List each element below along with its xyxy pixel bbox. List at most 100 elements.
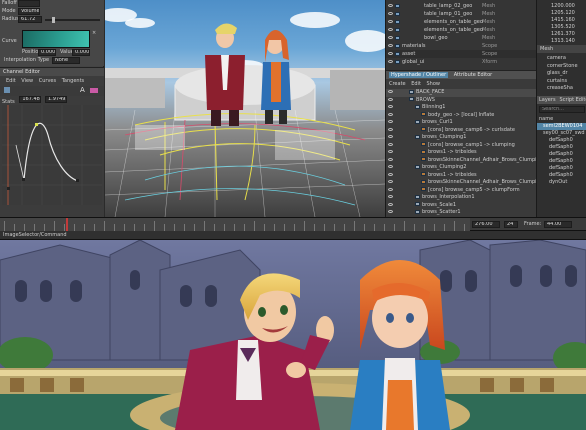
text-tool-icon[interactable]: A bbox=[80, 86, 85, 94]
tree-item[interactable]: seml2BEW0104 bbox=[537, 122, 586, 130]
3d-viewport[interactable] bbox=[105, 0, 385, 217]
radius-slider-handle[interactable] bbox=[52, 17, 55, 23]
search-input[interactable]: Search... bbox=[539, 105, 585, 113]
scene-graph-row[interactable]: elements_on_table_geoMesh bbox=[386, 26, 536, 34]
interp-dropdown[interactable]: None bbox=[52, 57, 80, 64]
visibility-eye-icon[interactable] bbox=[388, 135, 393, 138]
outliner-row[interactable]: BROWS bbox=[386, 97, 536, 105]
tab-layers[interactable]: Layers bbox=[539, 97, 556, 103]
visibility-eye-icon[interactable] bbox=[388, 105, 393, 108]
graph-editor-curve[interactable] bbox=[2, 105, 102, 205]
visibility-eye-icon[interactable] bbox=[388, 165, 393, 168]
menu-tangents[interactable]: Tangents bbox=[62, 78, 84, 84]
stats-field-1[interactable]: 167.483 bbox=[19, 96, 42, 103]
visibility-eye-icon[interactable] bbox=[388, 172, 393, 176]
visibility-eye-icon[interactable] bbox=[388, 20, 393, 23]
tree-item[interactable]: defSaph0 bbox=[537, 172, 586, 179]
visibility-eye-icon[interactable] bbox=[388, 202, 393, 206]
outliner-row[interactable]: Blinning1 bbox=[386, 104, 536, 112]
tree-item[interactable]: sey00_sc07_swd bbox=[537, 130, 586, 137]
scene-graph-row[interactable]: elements_on_table_geoMesh bbox=[386, 18, 536, 26]
outliner-row[interactable]: [cons] browse_camp5 -> clumpForm bbox=[386, 187, 536, 195]
tree-item[interactable]: defSaph0 bbox=[537, 144, 586, 151]
visibility-eye-icon[interactable] bbox=[388, 97, 393, 101]
visibility-eye-icon[interactable] bbox=[388, 195, 393, 198]
command-line[interactable]: ImageSelector/Command bbox=[0, 231, 586, 240]
visibility-eye-icon[interactable] bbox=[388, 90, 393, 93]
outliner-row[interactable]: brows_Scale1 bbox=[386, 202, 536, 210]
outliner-row[interactable]: body_geo -> [local] Inflate bbox=[386, 112, 536, 120]
scene-graph-row[interactable]: table_lamp_01_geo Mesh bbox=[386, 10, 536, 18]
menu-view[interactable]: View bbox=[21, 78, 33, 84]
visibility-eye-icon[interactable] bbox=[388, 180, 393, 183]
tree-item[interactable]: defSaph0 bbox=[537, 165, 586, 172]
menu-show[interactable]: Show bbox=[427, 81, 441, 87]
visibility-eye-icon[interactable] bbox=[388, 150, 393, 153]
outliner-row[interactable]: browsSkinneChannel_Adhair_Brows_Clumping… bbox=[386, 179, 536, 187]
outliner-row[interactable]: brows1 -> tribsides bbox=[386, 172, 536, 180]
command-label: ImageSelector/Command bbox=[3, 232, 67, 238]
outliner-row[interactable]: browsSkinneChannel_Adhair_Brows_Clumping… bbox=[386, 157, 536, 165]
outliner-row[interactable]: brows_Curl1 bbox=[386, 119, 536, 127]
scene-graph-row[interactable]: bowl_geo Mesh bbox=[386, 34, 536, 42]
falloff-curve-ramp[interactable] bbox=[22, 30, 90, 48]
mesh-item[interactable]: creaseSha bbox=[537, 84, 586, 92]
stats-field-2[interactable]: 1.97492 bbox=[44, 96, 67, 103]
outliner-row[interactable]: [cons] browse_camp6 -> curlsdate bbox=[386, 127, 536, 135]
visibility-eye-icon[interactable] bbox=[388, 142, 393, 146]
visibility-eye-icon[interactable] bbox=[388, 120, 393, 123]
menu-edit[interactable]: Edit bbox=[6, 78, 16, 84]
tree-item[interactable]: defSaph0 bbox=[537, 151, 586, 158]
visibility-eye-icon[interactable] bbox=[388, 112, 393, 116]
outliner-row[interactable]: brows_Clumping1 bbox=[386, 134, 536, 142]
visibility-eye-icon[interactable] bbox=[388, 36, 393, 39]
tab-attribute-editor[interactable]: Attribute Editor bbox=[454, 72, 492, 78]
tree-item[interactable]: name bbox=[537, 116, 586, 123]
timeline-ruler[interactable] bbox=[0, 218, 470, 232]
menu-edit[interactable]: Edit bbox=[411, 81, 421, 87]
mode-dropdown[interactable]: Volume bbox=[18, 8, 40, 15]
visibility-eye-icon[interactable] bbox=[388, 28, 393, 31]
current-frame-field[interactable]: 276.00 bbox=[472, 221, 500, 228]
scene-graph-row[interactable]: table_lamp_02_geo Mesh bbox=[386, 2, 536, 10]
tree-item[interactable]: defSaph0 bbox=[537, 158, 586, 165]
tab-outliner[interactable]: Hypershade / Outliner bbox=[389, 72, 449, 78]
visibility-eye-icon[interactable] bbox=[388, 52, 393, 55]
playhead[interactable] bbox=[66, 218, 68, 232]
visibility-eye-icon[interactable] bbox=[388, 187, 393, 191]
menu-create[interactable]: Create bbox=[389, 81, 406, 87]
outliner-row[interactable]: brows_Interpolation1 bbox=[386, 194, 536, 202]
visibility-eye-icon[interactable] bbox=[388, 4, 393, 7]
channel-value[interactable]: 1313.140 bbox=[537, 37, 586, 45]
tab-script-editor[interactable]: Script Editor bbox=[560, 97, 586, 103]
key-tool-icon[interactable] bbox=[4, 87, 10, 93]
visibility-eye-icon[interactable] bbox=[388, 44, 393, 47]
mesh-node-icon bbox=[395, 35, 400, 40]
outliner-row[interactable]: [cons] browse_camp1 -> clumping bbox=[386, 142, 536, 150]
falloff-field[interactable] bbox=[18, 0, 40, 7]
visibility-eye-icon[interactable] bbox=[388, 60, 393, 63]
ramp-close-icon[interactable]: × bbox=[92, 30, 96, 37]
tree-item[interactable]: dynOut bbox=[537, 179, 586, 186]
time-slider: 276.00 24 Frame: 44.00 bbox=[0, 217, 586, 232]
value-field[interactable]: 0.000 bbox=[72, 49, 90, 56]
scene-graph-row[interactable]: asset Scope bbox=[386, 50, 536, 58]
frame-step-dropdown[interactable]: 24 bbox=[504, 221, 518, 228]
mesh-section-header[interactable]: Mesh bbox=[537, 45, 586, 53]
visibility-eye-icon[interactable] bbox=[388, 12, 393, 15]
position-field[interactable]: 0.000 bbox=[38, 49, 56, 56]
radius-field[interactable]: 61.72 bbox=[18, 16, 42, 23]
menu-curves[interactable]: Curves bbox=[39, 78, 56, 84]
color-tool-icon[interactable] bbox=[90, 88, 98, 93]
tree-item[interactable]: defSaph0 bbox=[537, 137, 586, 144]
outliner-row[interactable]: brows_Clumping2 bbox=[386, 164, 536, 172]
outliner-row[interactable]: brows_Scatter1 bbox=[386, 209, 536, 217]
visibility-eye-icon[interactable] bbox=[388, 127, 393, 131]
scene-graph-row[interactable]: global_ui Xform bbox=[386, 58, 536, 66]
outliner-row[interactable]: BACK_FACE bbox=[386, 89, 536, 97]
visibility-eye-icon[interactable] bbox=[388, 157, 393, 161]
frame-field[interactable]: 44.00 bbox=[544, 221, 572, 228]
visibility-eye-icon[interactable] bbox=[388, 210, 393, 213]
scene-graph-row[interactable]: materials Scope bbox=[386, 42, 536, 50]
outliner-row[interactable]: brows1 -> tribsides bbox=[386, 149, 536, 157]
